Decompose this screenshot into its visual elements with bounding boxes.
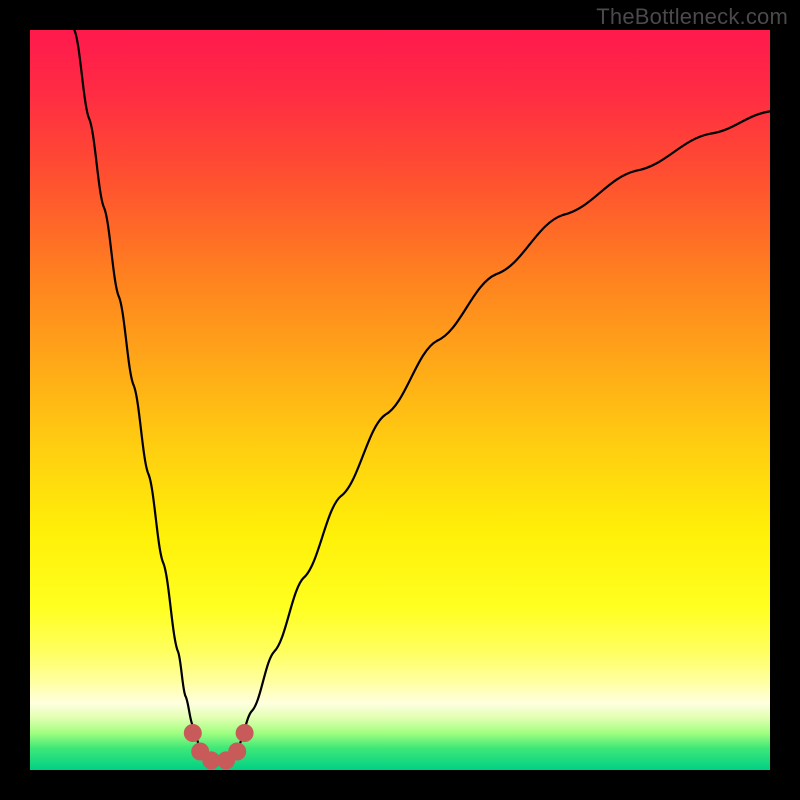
curve-left-branch (74, 30, 207, 759)
curve-bottom-markers (184, 724, 254, 769)
curve-marker (228, 743, 246, 761)
bottleneck-curve (30, 30, 770, 770)
curve-right-branch (230, 111, 770, 759)
curve-marker (236, 724, 254, 742)
curve-marker (184, 724, 202, 742)
watermark-text: TheBottleneck.com (596, 4, 788, 30)
chart-plot-area (30, 30, 770, 770)
